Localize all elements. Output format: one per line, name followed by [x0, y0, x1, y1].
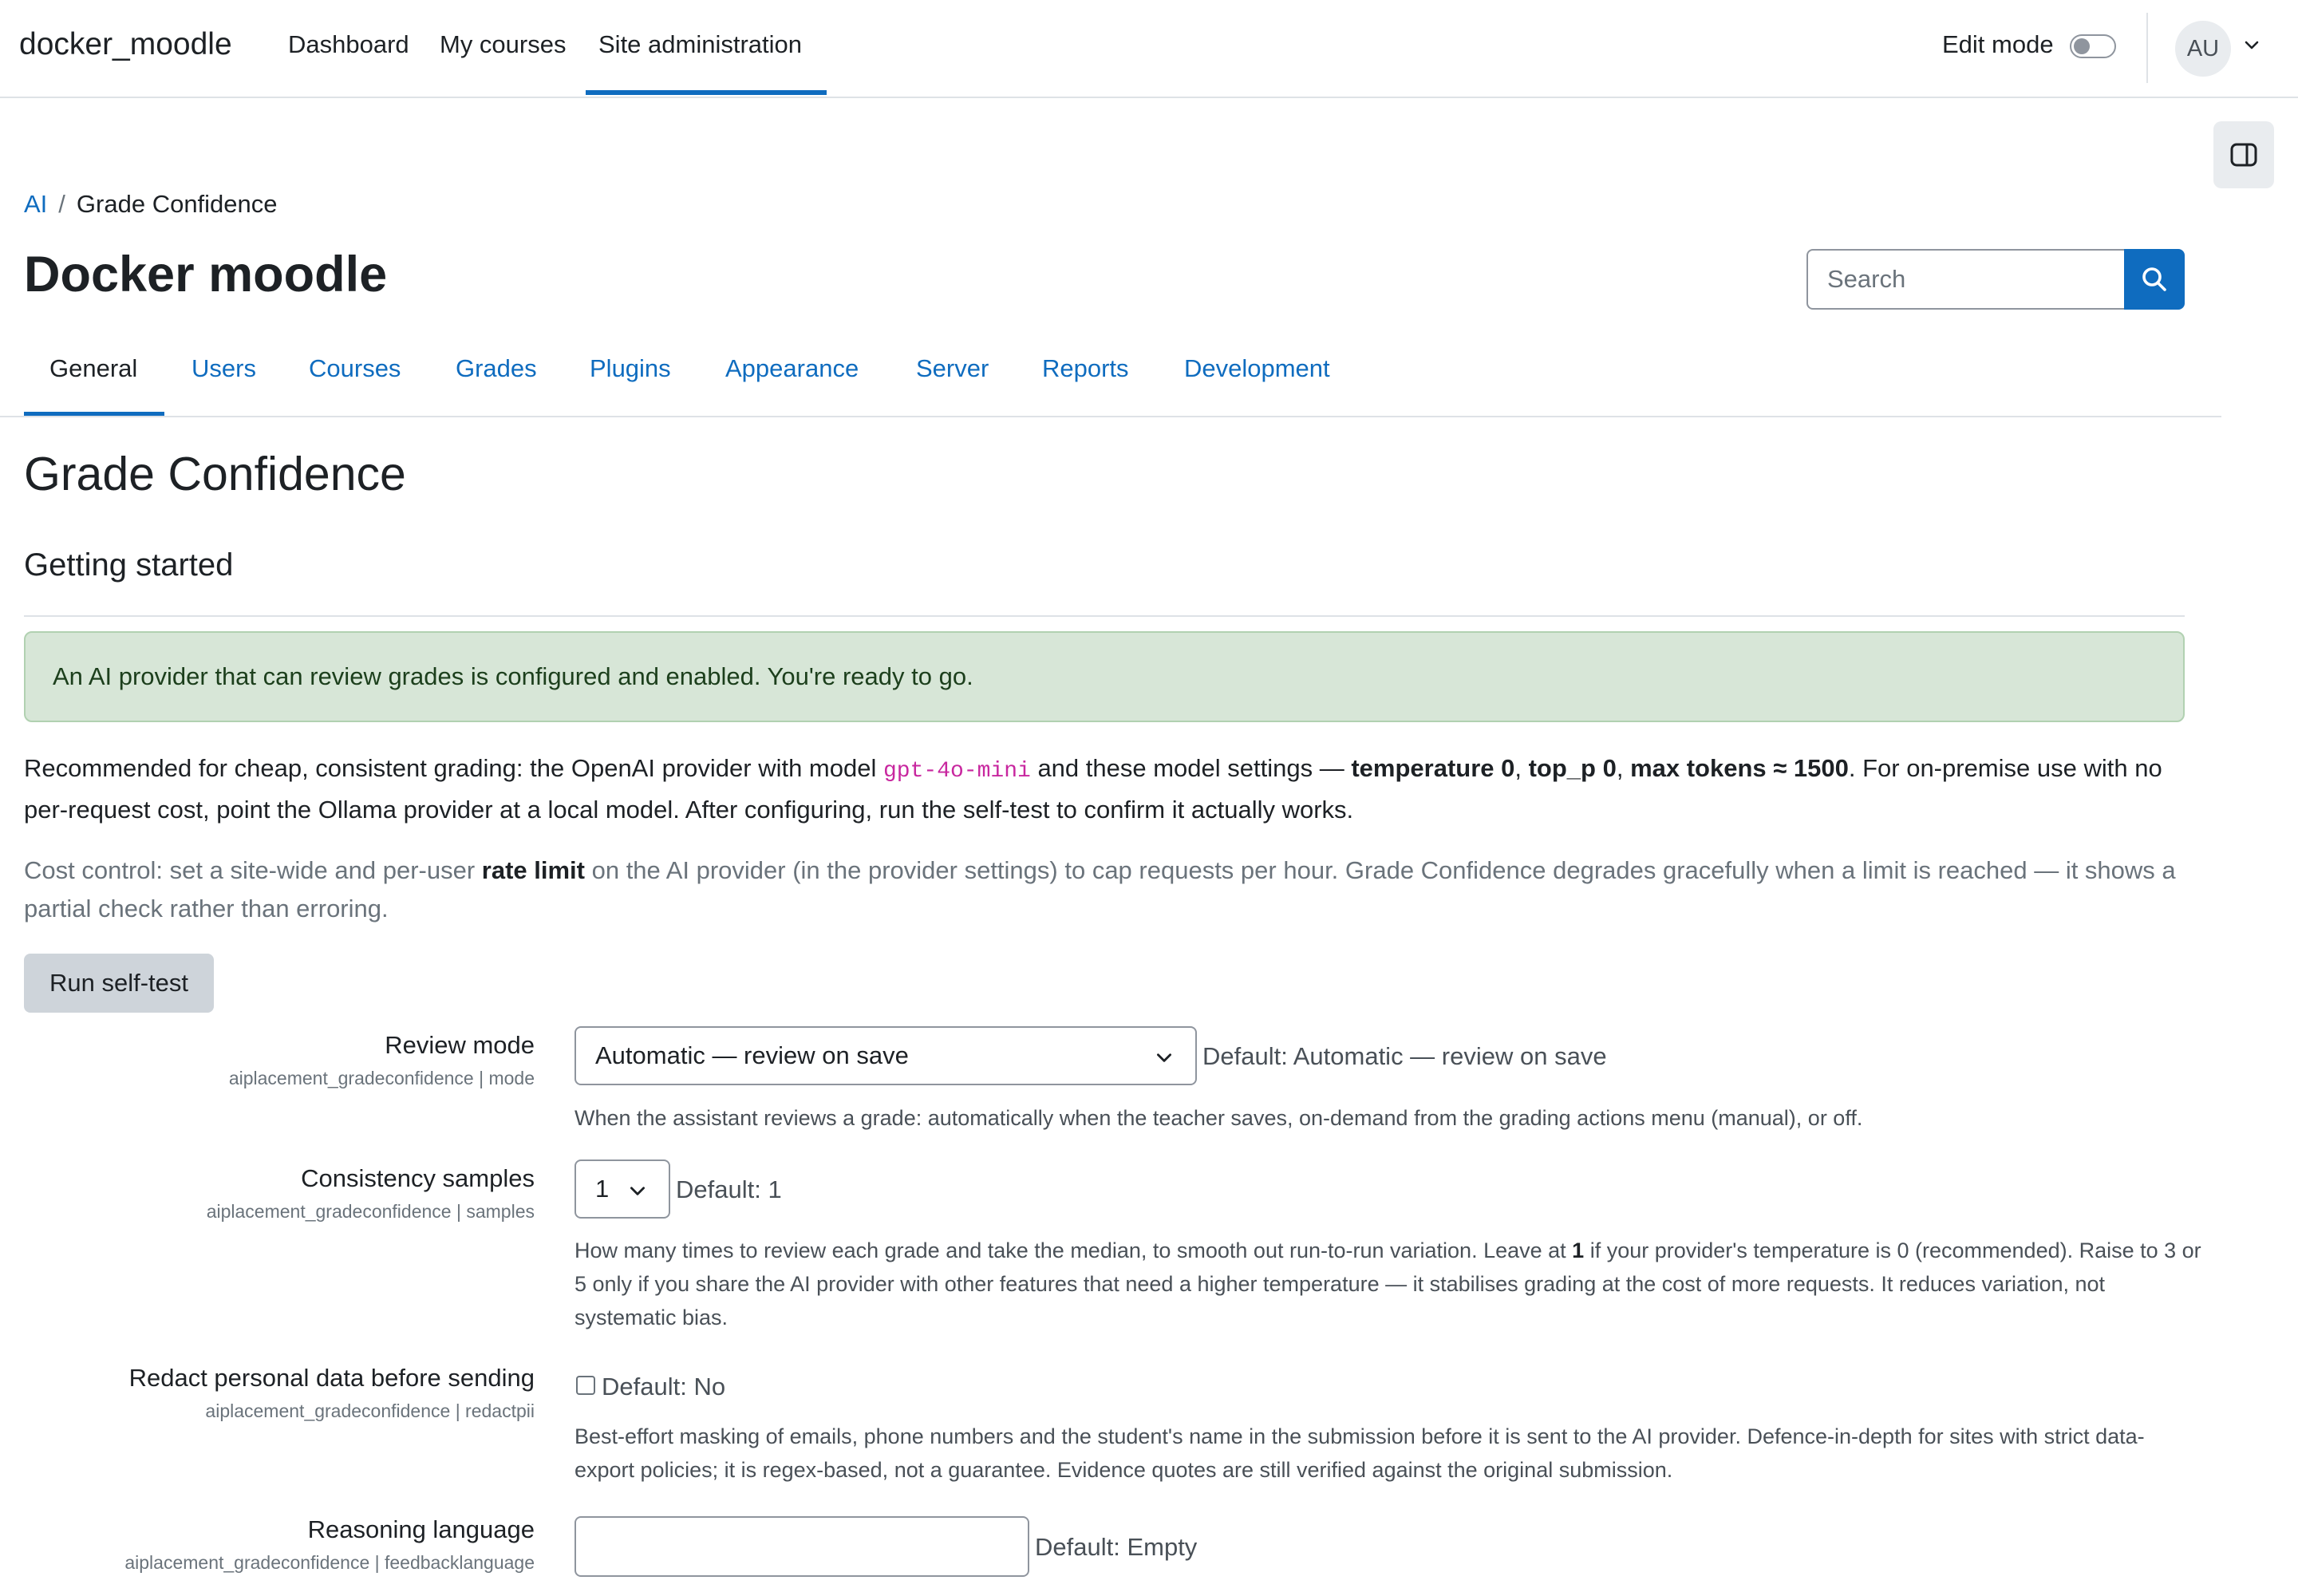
redact-label: Redact personal data before sending — [128, 1364, 535, 1392]
tab-appearance[interactable]: Appearance — [725, 354, 859, 383]
block-drawer-button[interactable] — [2213, 121, 2274, 188]
language-key: aiplacement_gradeconfidence | feedbackla… — [124, 1552, 535, 1573]
review-mode-label: Review mode — [385, 1031, 535, 1059]
samples-desc-bold: 1 — [1572, 1238, 1585, 1262]
nav-active-indicator — [586, 90, 827, 95]
admin-tabs: General Users Courses Grades Plugins App… — [24, 343, 2221, 417]
cost-text-1: Cost control: set a site-wide and per-us… — [24, 856, 482, 884]
redact-checkbox[interactable] — [576, 1376, 595, 1395]
language-label: Reasoning language — [307, 1515, 535, 1543]
samples-select[interactable]: 1 — [574, 1159, 670, 1219]
language-input[interactable] — [574, 1516, 1029, 1577]
breadcrumb-ai[interactable]: AI — [24, 190, 47, 218]
nav-site-administration[interactable]: Site administration — [598, 30, 802, 59]
review-mode-key: aiplacement_gradeconfidence | mode — [228, 1068, 535, 1088]
page-title: Docker moodle — [24, 247, 388, 302]
samples-value: 1 — [595, 1175, 610, 1203]
samples-key: aiplacement_gradeconfidence | samples — [206, 1201, 535, 1222]
language-default: Default: Empty — [1035, 1533, 1198, 1561]
search-button[interactable] — [2124, 249, 2185, 310]
tab-grades[interactable]: Grades — [456, 354, 537, 383]
rec-comma-2: , — [1616, 754, 1631, 782]
tab-users[interactable]: Users — [192, 354, 256, 383]
cost-control-text: Cost control: set a site-wide and per-us… — [24, 851, 2194, 928]
samples-default: Default: 1 — [676, 1175, 782, 1203]
rec-top-p: top_p 0 — [1528, 754, 1617, 782]
edit-mode-label: Edit mode — [1942, 30, 2054, 58]
rec-text-1: Recommended for cheap, consistent gradin… — [24, 754, 883, 782]
section-title: Grade Confidence — [24, 448, 406, 500]
tab-reports[interactable]: Reports — [1042, 354, 1129, 383]
nav-dashboard[interactable]: Dashboard — [288, 30, 409, 59]
divider — [24, 615, 2185, 617]
sidebar-panel-icon — [2230, 143, 2257, 167]
samples-desc-1: How many times to review each grade and … — [574, 1238, 1573, 1262]
chevron-down-icon[interactable] — [2242, 35, 2261, 54]
search-input[interactable]: Search — [1806, 249, 2126, 310]
tabs-border — [0, 416, 2221, 417]
rec-text-2: and these model settings — — [1030, 754, 1352, 782]
samples-label: Consistency samples — [301, 1164, 535, 1192]
site-brand[interactable]: docker_moodle — [19, 27, 232, 62]
tab-plugins[interactable]: Plugins — [590, 354, 671, 383]
review-mode-description: When the assistant reviews a grade: auto… — [574, 1106, 1863, 1130]
subsection-title: Getting started — [24, 547, 234, 583]
run-self-test-button[interactable]: Run self-test — [24, 954, 214, 1013]
rec-max-tokens: max tokens ≈ 1500 — [1630, 754, 1849, 782]
tab-development[interactable]: Development — [1184, 354, 1330, 383]
breadcrumb-separator: / — [58, 190, 65, 218]
breadcrumb: AI / Grade Confidence — [24, 190, 278, 219]
redact-key: aiplacement_gradeconfidence | redactpii — [205, 1400, 535, 1421]
tab-general[interactable]: General — [49, 354, 137, 383]
cost-rate-limit: rate limit — [481, 856, 585, 884]
chevron-down-icon — [1157, 1053, 1171, 1062]
nav-my-courses[interactable]: My courses — [440, 30, 566, 59]
rec-temperature: temperature 0 — [1351, 754, 1515, 782]
top-navbar: docker_moodle Dashboard My courses Site … — [0, 0, 2298, 98]
edit-mode-toggle[interactable] — [2070, 34, 2116, 58]
breadcrumb-current: Grade Confidence — [76, 190, 278, 218]
tab-server[interactable]: Server — [916, 354, 989, 383]
search-icon — [2142, 267, 2166, 291]
toggle-knob — [2074, 38, 2090, 54]
redact-default: Default: No — [602, 1373, 726, 1400]
model-code: gpt-4o-mini — [882, 759, 1031, 784]
recommendation-text: Recommended for cheap, consistent gradin… — [24, 749, 2194, 829]
rec-comma-1: , — [1514, 754, 1529, 782]
redact-description: Best-effort masking of emails, phone num… — [574, 1424, 2145, 1482]
samples-description: How many times to review each grade and … — [574, 1234, 2202, 1334]
tab-courses[interactable]: Courses — [309, 354, 401, 383]
success-alert: An AI provider that can review grades is… — [24, 631, 2185, 722]
chevron-down-icon — [630, 1187, 645, 1195]
user-avatar[interactable]: AU — [2175, 21, 2231, 77]
review-mode-select[interactable]: Automatic — review on save — [574, 1026, 1197, 1085]
review-mode-value: Automatic — review on save — [595, 1041, 909, 1069]
navbar-divider — [2146, 13, 2148, 83]
review-mode-default: Default: Automatic — review on save — [1202, 1042, 1607, 1070]
